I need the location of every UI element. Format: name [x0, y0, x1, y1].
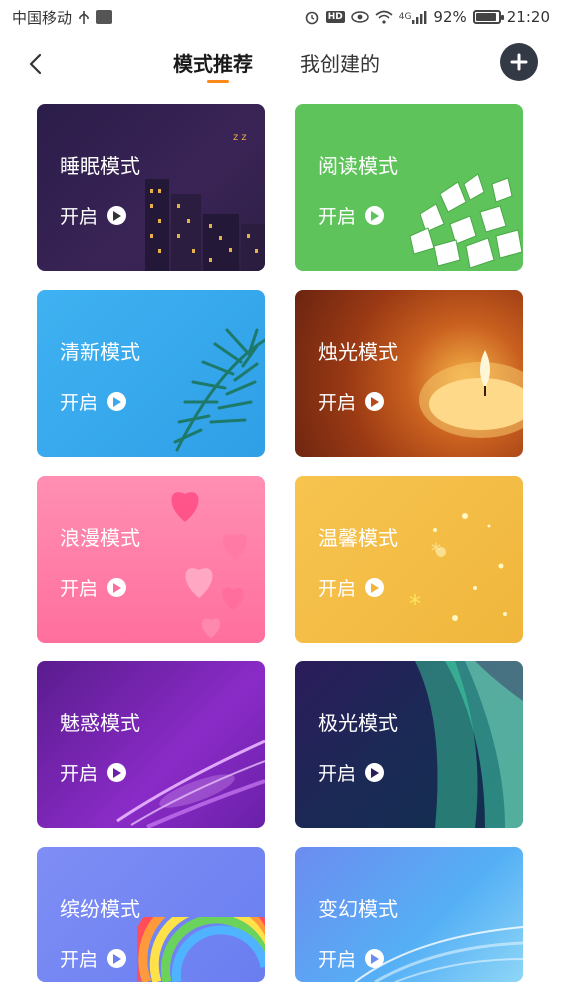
alarm-icon — [304, 9, 320, 25]
mode-card-aurora[interactable]: 极光模式 开启 — [295, 661, 523, 828]
open-button[interactable]: 开启 — [60, 574, 127, 601]
open-label: 开启 — [60, 392, 99, 414]
flying-books-illustration — [409, 173, 523, 269]
wifi-icon — [375, 10, 393, 24]
header: 模式推荐 我创建的 — [0, 34, 562, 94]
open-label: 开启 — [318, 763, 357, 785]
play-icon — [365, 392, 385, 411]
mode-card-colorful[interactable]: 缤纷模式 开启 — [37, 847, 265, 982]
plus-icon — [510, 53, 528, 71]
open-label: 开启 — [60, 206, 99, 228]
mode-card-fresh[interactable]: 清新模式 开启 — [37, 290, 265, 457]
play-icon — [365, 578, 385, 597]
add-mode-button[interactable] — [500, 43, 538, 81]
svg-text:z z: z z — [233, 132, 247, 143]
mode-title: 极光模式 — [318, 711, 398, 735]
open-label: 开启 — [318, 392, 357, 414]
open-label: 开启 — [60, 763, 99, 785]
mode-title: 阅读模式 — [318, 154, 398, 178]
tab-recommended[interactable]: 模式推荐 — [173, 48, 253, 77]
mode-title: 魅惑模式 — [60, 711, 140, 735]
night-city-illustration: z z — [145, 132, 265, 271]
clock: 21:20 — [506, 8, 550, 26]
battery-percent: 92% — [433, 8, 467, 26]
mode-title: 烛光模式 — [318, 340, 398, 364]
mode-card-romance[interactable]: 浪漫模式 开启 — [37, 476, 265, 643]
open-button[interactable]: 开启 — [318, 388, 385, 415]
open-button[interactable]: 开启 — [60, 759, 127, 786]
play-icon — [107, 763, 127, 782]
back-button[interactable] — [18, 46, 54, 82]
play-icon — [107, 949, 127, 968]
mode-card-sleep[interactable]: z z 睡眠模式 开启 — [37, 104, 265, 271]
notification-icon — [96, 10, 113, 24]
svg-text:*: * — [431, 539, 441, 563]
mode-card-candle[interactable]: 烛光模式 开启 — [295, 290, 523, 457]
open-label: 开启 — [60, 949, 99, 971]
signal-icon: 4G — [399, 10, 428, 24]
status-right: HD 4G 92% 21:20 — [304, 8, 550, 26]
mode-title: 缤纷模式 — [60, 897, 140, 921]
mode-title: 变幻模式 — [318, 897, 398, 921]
status-left: 中国移动 — [12, 7, 113, 28]
candle-illustration — [419, 350, 523, 438]
status-bar: 中国移动 HD 4G 92% 21:20 — [0, 0, 562, 34]
open-button[interactable]: 开启 — [60, 388, 127, 415]
play-icon — [365, 206, 385, 225]
play-icon — [365, 949, 385, 968]
hd-icon: HD — [325, 11, 345, 23]
mode-title: 清新模式 — [60, 340, 140, 364]
open-button[interactable]: 开启 — [318, 574, 385, 601]
play-icon — [107, 578, 127, 597]
rainbow-illustration — [137, 917, 265, 982]
network-type: 4G — [398, 12, 412, 22]
mode-title: 睡眠模式 — [60, 154, 140, 178]
open-button[interactable]: 开启 — [318, 945, 385, 972]
mode-card-magic[interactable]: 变幻模式 开启 — [295, 847, 523, 982]
open-label: 开启 — [318, 949, 357, 971]
carrier-label: 中国移动 — [12, 8, 73, 27]
open-button[interactable]: 开启 — [60, 945, 127, 972]
tab-my-created[interactable]: 我创建的 — [300, 48, 380, 77]
palm-leaf-illustration — [173, 328, 265, 452]
open-button[interactable]: 开启 — [318, 202, 385, 229]
active-tab-indicator — [207, 80, 229, 83]
battery-icon — [472, 10, 504, 24]
svg-text:*: * — [409, 590, 421, 618]
open-label: 开启 — [318, 206, 357, 228]
open-label: 开启 — [60, 578, 99, 600]
open-label: 开启 — [318, 578, 357, 600]
chevron-left-icon — [29, 53, 42, 75]
open-button[interactable]: 开启 — [318, 759, 385, 786]
play-icon — [107, 392, 127, 411]
eye-icon — [350, 11, 369, 23]
hearts-illustration — [171, 492, 248, 638]
open-button[interactable]: 开启 — [60, 202, 127, 229]
play-icon — [365, 763, 385, 782]
mode-title: 浪漫模式 — [60, 526, 140, 550]
play-icon — [107, 206, 127, 225]
usb-icon — [78, 10, 90, 25]
battery-level — [475, 13, 496, 21]
mode-card-charm[interactable]: 魅惑模式 开启 — [37, 661, 265, 828]
aurora-illustration — [415, 661, 523, 828]
mode-card-read[interactable]: 阅读模式 开启 — [295, 104, 523, 271]
sparkles-illustration: * * — [409, 513, 507, 621]
mode-title: 温馨模式 — [318, 526, 398, 550]
mode-card-warm[interactable]: * * 温馨模式 开启 — [295, 476, 523, 643]
